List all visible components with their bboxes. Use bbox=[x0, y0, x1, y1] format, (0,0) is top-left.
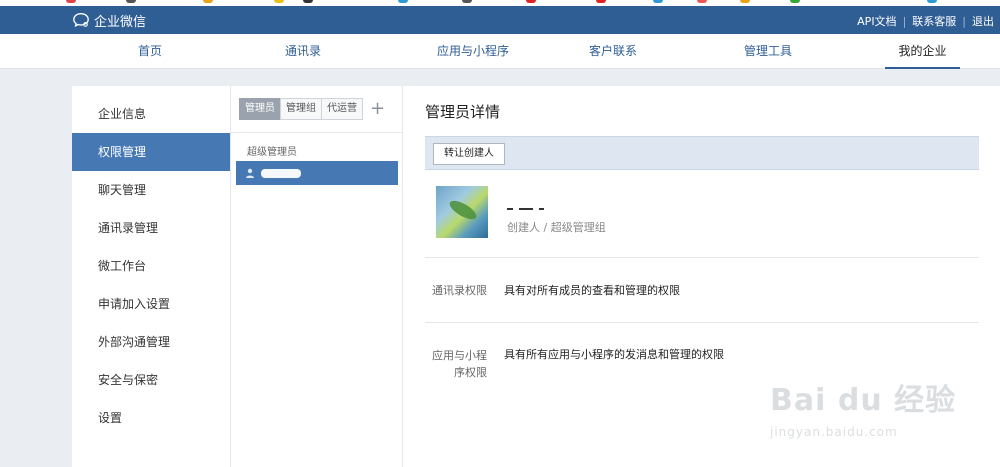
bookmark-icon[interactable] bbox=[740, 0, 750, 3]
logout-link[interactable]: 退出 bbox=[972, 13, 994, 29]
tab-agent-operators[interactable]: 代运营 bbox=[321, 98, 363, 120]
nav-management-tools[interactable]: 管理工具 bbox=[728, 34, 808, 68]
app-logo-text: 企业微信 bbox=[94, 14, 147, 30]
tab-admins[interactable]: 管理员 bbox=[239, 98, 281, 120]
apps-permission-label: 应用与小程序权限 bbox=[432, 349, 487, 379]
user-role: 创建人 / 超级管理组 bbox=[507, 221, 606, 234]
admin-tabs: 管理员 管理组 代运营 + bbox=[239, 98, 385, 120]
contacts-permission-label: 通讯录权限 bbox=[432, 284, 487, 297]
nav-apps[interactable]: 应用与小程序 bbox=[413, 34, 533, 68]
separator: | bbox=[902, 14, 907, 28]
admin-list-panel: 管理员 管理组 代运营 + 超级管理员 bbox=[231, 86, 403, 467]
wecom-logo-icon bbox=[73, 13, 89, 28]
app-logo[interactable]: 企业微信 bbox=[72, 10, 146, 30]
sidebar-item-company-info[interactable]: 企业信息 bbox=[72, 95, 230, 133]
avatar bbox=[436, 186, 488, 238]
bookmark-icon[interactable] bbox=[927, 0, 937, 3]
bookmark-icon[interactable] bbox=[398, 0, 408, 3]
bookmark-icon[interactable] bbox=[66, 0, 76, 3]
bookmark-icon[interactable] bbox=[596, 0, 606, 3]
active-tab-underline bbox=[885, 67, 960, 69]
bookmark-icon[interactable] bbox=[203, 0, 213, 3]
bookmark-icon[interactable] bbox=[790, 0, 800, 3]
avatar-image bbox=[447, 197, 479, 223]
top-links: API文档 | 联系客服 | 退出 bbox=[857, 13, 994, 29]
person-icon bbox=[246, 168, 254, 178]
divider bbox=[425, 257, 979, 258]
admin-detail-panel: 管理员详情 转让创建人 创建人 / 超级管理组 通讯录权限 具有对所有成员的查看… bbox=[403, 86, 1000, 467]
api-docs-link[interactable]: API文档 bbox=[857, 13, 896, 29]
page-title: 管理员详情 bbox=[425, 103, 501, 121]
separator: | bbox=[962, 14, 966, 28]
top-bar: 企业微信 API文档 | 联系客服 | 退出 bbox=[0, 6, 1000, 34]
sidebar: 企业信息 权限管理 聊天管理 通讯录管理 微工作台 申请加入设置 外部沟通管理 … bbox=[72, 86, 231, 467]
bookmark-icon[interactable] bbox=[526, 0, 536, 3]
bookmark-icon[interactable] bbox=[462, 0, 472, 3]
action-bar: 转让创建人 bbox=[425, 136, 979, 170]
bookmark-icon[interactable] bbox=[274, 0, 284, 3]
admin-list-item[interactable] bbox=[236, 161, 398, 185]
bookmark-icon[interactable] bbox=[303, 0, 313, 3]
nav-home[interactable]: 首页 bbox=[110, 34, 190, 68]
redacted-admin-name bbox=[261, 168, 301, 178]
nav-my-company[interactable]: 我的企业 bbox=[885, 34, 960, 69]
divider bbox=[231, 132, 402, 133]
nav-my-company-label: 我的企业 bbox=[898, 44, 947, 58]
tab-admin-groups[interactable]: 管理组 bbox=[280, 98, 322, 120]
nav-customer-contact[interactable]: 客户联系 bbox=[573, 34, 653, 68]
sidebar-item-workbench[interactable]: 微工作台 bbox=[72, 247, 230, 285]
contact-support-link[interactable]: 联系客服 bbox=[912, 13, 956, 29]
super-admin-group-label: 超级管理员 bbox=[247, 147, 297, 158]
add-admin-button[interactable]: + bbox=[370, 100, 385, 118]
nav-contacts[interactable]: 通讯录 bbox=[263, 34, 343, 68]
sidebar-item-permissions[interactable]: 权限管理 bbox=[72, 133, 230, 171]
bookmark-icon[interactable] bbox=[653, 0, 663, 3]
sidebar-item-external-communication[interactable]: 外部沟通管理 bbox=[72, 323, 230, 361]
bookmark-icon[interactable] bbox=[697, 0, 707, 3]
divider bbox=[425, 322, 979, 323]
redacted-user-name bbox=[507, 198, 557, 210]
sidebar-item-security[interactable]: 安全与保密 bbox=[72, 361, 230, 399]
contacts-permission-value: 具有对所有成员的查看和管理的权限 bbox=[504, 284, 680, 297]
bookmark-icon[interactable] bbox=[126, 0, 136, 3]
transfer-creator-button[interactable]: 转让创建人 bbox=[433, 143, 505, 165]
main-nav: 首页 通讯录 应用与小程序 客户联系 管理工具 我的企业 bbox=[0, 34, 1000, 69]
sidebar-item-join-settings[interactable]: 申请加入设置 bbox=[72, 285, 230, 323]
sidebar-item-settings[interactable]: 设置 bbox=[72, 399, 230, 437]
sidebar-item-contacts-management[interactable]: 通讯录管理 bbox=[72, 209, 230, 247]
sidebar-item-chat-management[interactable]: 聊天管理 bbox=[72, 171, 230, 209]
apps-permission-value: 具有所有应用与小程序的发消息和管理的权限 bbox=[504, 348, 724, 361]
